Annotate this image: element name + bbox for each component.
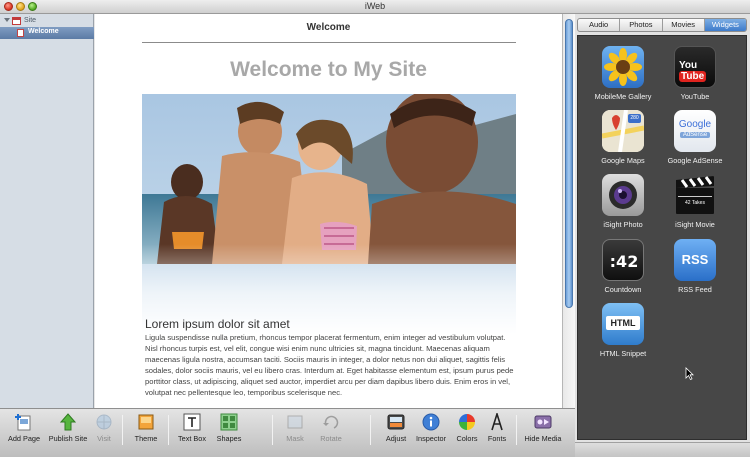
media-panel-footer <box>575 442 750 457</box>
article-title[interactable]: Lorem ipsum dolor sit amet <box>145 317 290 331</box>
shapes-label: Shapes <box>216 434 242 443</box>
header-divider <box>142 42 516 43</box>
google-maps-icon: 280 <box>602 110 644 152</box>
theme-icon <box>138 414 154 430</box>
page-canvas[interactable]: Welcome Welcome to My Site Lorem ipsum d… <box>95 14 562 408</box>
sidebar-site-label: Site <box>24 17 37 24</box>
widget-label: YouTube <box>680 92 710 101</box>
hide-media-label: Hide Media <box>524 434 562 443</box>
adjust-icon <box>387 414 405 430</box>
sidebar-item-welcome[interactable]: Welcome <box>0 27 94 39</box>
site-icon <box>12 17 21 25</box>
countdown-icon: :42 <box>602 239 644 281</box>
widget-label: Google Maps <box>601 156 645 165</box>
shapes-button[interactable]: Shapes <box>214 411 244 447</box>
clapperboard-text: 42 Takes <box>685 200 705 206</box>
widget-label: Countdown <box>604 285 642 294</box>
site-organizer-sidebar: Site Welcome <box>0 14 94 408</box>
adsense-icon-subtext: AdSense <box>680 132 710 138</box>
article-body[interactable]: Ligula suspendisse nulla pretium, rhoncu… <box>145 332 517 398</box>
media-browser: Audio Photos Movies Widgets MobileMe Gal… <box>575 14 750 442</box>
widget-mobileme-gallery[interactable]: MobileMe Gallery <box>586 38 660 101</box>
rotate-icon <box>323 415 339 429</box>
widget-label: iSight Movie <box>675 220 715 229</box>
mask-icon <box>287 415 303 429</box>
youtube-icon: YouTube <box>674 46 716 88</box>
html-icon-text: HTML <box>606 316 640 330</box>
widget-label: RSS Feed <box>678 285 712 294</box>
hide-media-button[interactable]: Hide Media <box>525 411 561 447</box>
widget-youtube[interactable]: YouTube YouTube <box>658 38 732 101</box>
info-icon <box>422 413 440 431</box>
widget-grid: MobileMe Gallery YouTube YouTube 280 Goo… <box>577 35 747 440</box>
tab-widgets[interactable]: Widgets <box>704 19 746 31</box>
sidebar-item-site[interactable]: Site <box>0 16 94 27</box>
sidebar-page-label: Welcome <box>28 28 59 35</box>
add-page-icon <box>15 414 31 431</box>
media-tab-bar: Audio Photos Movies Widgets <box>577 18 747 32</box>
widget-label: iSight Photo <box>603 220 643 229</box>
rotate-label: Rotate <box>320 434 342 443</box>
widget-isight-photo[interactable]: iSight Photo <box>586 166 660 229</box>
visit-button[interactable]: Visit <box>92 411 116 447</box>
beach-photo[interactable] <box>142 94 516 334</box>
window-title: iWeb <box>364 1 386 11</box>
countdown-icon-text: :42 <box>609 252 639 271</box>
page-icon <box>17 29 24 37</box>
widget-html-snippet[interactable]: HTML HTML Snippet <box>586 295 660 358</box>
media-icon <box>534 415 552 429</box>
font-icon <box>491 413 503 431</box>
page-navigation-title[interactable]: Welcome <box>95 22 562 33</box>
color-wheel-icon <box>459 414 475 430</box>
camera-icon <box>602 174 644 216</box>
disclosure-triangle-icon[interactable] <box>4 18 10 22</box>
site-heading[interactable]: Welcome to My Site <box>95 58 562 82</box>
html-snippet-icon: HTML <box>602 303 644 345</box>
scrollbar-thumb[interactable] <box>565 19 573 308</box>
iweb-window: iWeb Site Welcome Welcome Welcome to My … <box>0 0 750 457</box>
youtube-icon-text-you: You <box>679 60 698 71</box>
sunflower-icon <box>602 46 644 88</box>
widget-label: Google AdSense <box>667 156 723 165</box>
widget-google-maps[interactable]: 280 Google Maps <box>586 102 660 165</box>
youtube-icon-text-tube: Tube <box>679 71 707 82</box>
rss-icon-text: RSS <box>681 252 709 267</box>
widget-label: HTML Snippet <box>599 349 647 358</box>
widget-google-adsense[interactable]: Google AdSense Google AdSense <box>658 102 732 165</box>
bottom-toolbar: Add Page Publish Site Visit Theme Text B… <box>0 408 575 457</box>
rotate-button[interactable]: Rotate <box>316 411 346 447</box>
theme-button[interactable]: Theme <box>133 411 159 447</box>
tab-photos[interactable]: Photos <box>620 19 663 31</box>
mouse-pointer-icon <box>685 367 694 385</box>
rss-icon: RSS <box>674 239 716 281</box>
widget-label: MobileMe Gallery <box>594 92 652 101</box>
globe-icon <box>96 414 112 430</box>
shapes-icon <box>220 413 238 431</box>
widget-rss-feed[interactable]: RSS RSS Feed <box>658 231 732 294</box>
tab-movies[interactable]: Movies <box>663 19 705 31</box>
widget-countdown[interactable]: :42 Countdown <box>586 231 660 294</box>
map-route-badge: 280 <box>630 115 639 121</box>
adsense-icon-text: Google <box>678 119 712 130</box>
beach-photo-illustration <box>142 94 516 334</box>
text-box-icon <box>183 413 201 431</box>
tab-audio[interactable]: Audio <box>578 19 621 31</box>
fonts-button[interactable]: Fonts <box>486 411 508 447</box>
google-adsense-icon: Google AdSense <box>674 110 716 152</box>
publish-arrow-icon <box>59 413 77 431</box>
canvas-scrollbar[interactable] <box>562 14 575 408</box>
title-bar: iWeb <box>0 0 750 14</box>
clapperboard-icon: 42 Takes <box>674 174 716 216</box>
widget-isight-movie[interactable]: 42 Takes iSight Movie <box>658 166 732 229</box>
